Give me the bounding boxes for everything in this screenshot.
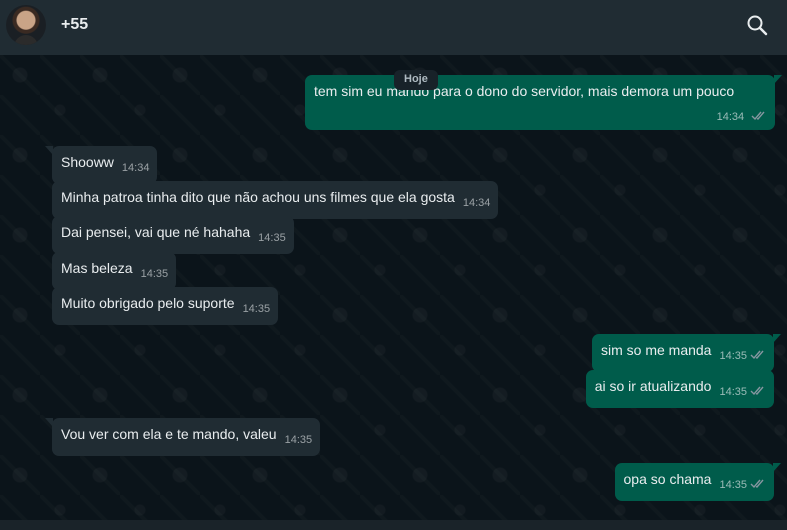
- message-incoming[interactable]: Muito obrigado pelo suporte 14:35: [52, 287, 279, 325]
- message-text: Vou ver com ela e te mando, valeu: [61, 426, 277, 442]
- contact-avatar[interactable]: [6, 5, 46, 45]
- date-divider: Hoje: [394, 70, 438, 90]
- message-outgoing[interactable]: tem sim eu mando para o dono do servidor…: [305, 75, 782, 130]
- read-ticks-icon: [750, 386, 764, 396]
- message-incoming[interactable]: Vou ver com ela e te mando, valeu 14:35: [44, 418, 321, 456]
- message-outgoing[interactable]: ai so ir atualizando 14:35: [585, 370, 774, 408]
- message-text: ai so ir atualizando: [594, 378, 712, 394]
- message-time: 14:35: [284, 434, 313, 446]
- message-outgoing[interactable]: opa so chama 14:35: [614, 463, 782, 501]
- message-text: Shooww: [61, 154, 114, 170]
- read-ticks-icon: [751, 111, 765, 121]
- message-text: Mas beleza: [61, 260, 133, 276]
- message-text: Minha patroa tinha dito que não achou un…: [61, 189, 455, 205]
- message-incoming[interactable]: Minha patroa tinha dito que não achou un…: [52, 181, 499, 219]
- message-text: sim so me manda: [600, 342, 712, 358]
- message-time: 14:35: [719, 350, 747, 362]
- message-text: Muito obrigado pelo suporte: [61, 295, 235, 311]
- message-time: 14:34: [462, 197, 491, 209]
- read-ticks-icon: [750, 479, 764, 489]
- message-time: 14:35: [258, 232, 286, 244]
- message-text: Dai pensei, vai que né hahaha: [61, 224, 251, 240]
- message-time: 14:34: [121, 162, 150, 174]
- chat-header: +55: [0, 0, 787, 55]
- message-time: 14:35: [719, 386, 747, 398]
- read-ticks-icon: [750, 350, 764, 360]
- message-outgoing[interactable]: sim so me manda 14:35: [591, 334, 782, 372]
- contact-name[interactable]: +55: [61, 16, 88, 34]
- message-text: opa so chama: [623, 471, 712, 487]
- message-time: 14:34: [716, 111, 745, 123]
- message-time: 14:35: [242, 303, 271, 315]
- message-time: 14:35: [140, 268, 169, 280]
- message-incoming[interactable]: Mas beleza 14:35: [52, 252, 177, 290]
- message-text: tem sim eu mando para o dono do servidor…: [314, 83, 735, 99]
- search-icon[interactable]: [745, 13, 769, 37]
- message-time: 14:35: [719, 479, 747, 491]
- chat-area[interactable]: Hoje tem sim eu mando para o dono do ser…: [0, 55, 787, 520]
- message-incoming[interactable]: Shooww 14:34: [44, 146, 158, 184]
- compose-bar-edge: [0, 520, 787, 530]
- message-incoming[interactable]: Dai pensei, vai que né hahaha 14:35: [52, 216, 294, 254]
